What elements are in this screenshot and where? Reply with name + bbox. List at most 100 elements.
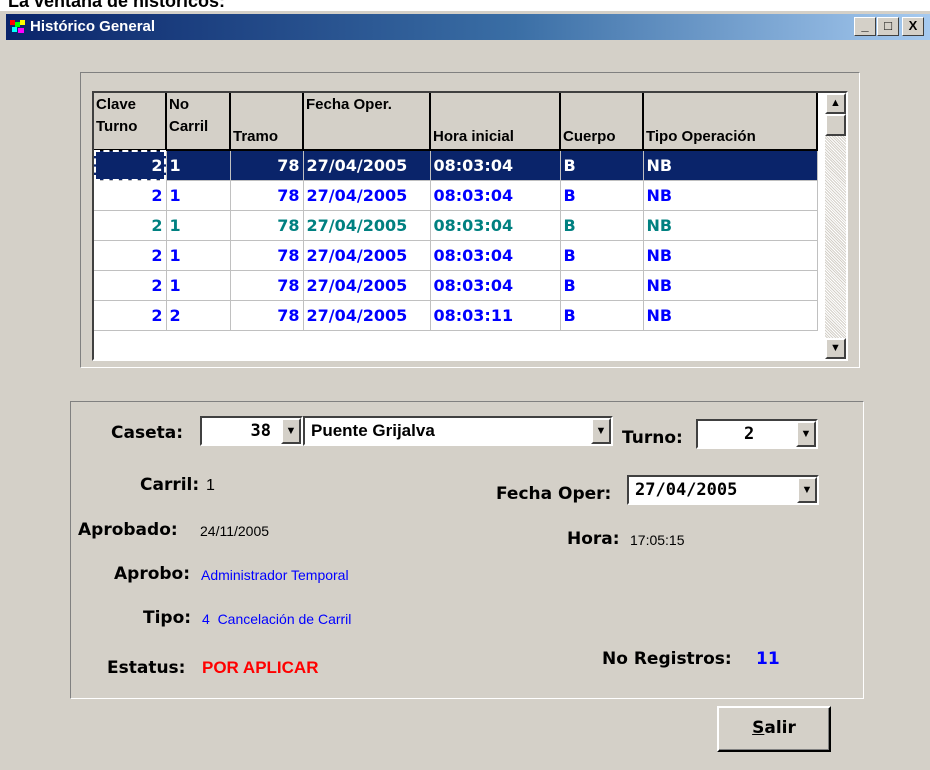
cell-tramo: 78 xyxy=(230,150,304,181)
cell-fecha: 27/04/2005 xyxy=(303,210,431,241)
cell-tramo: 78 xyxy=(230,300,304,331)
cell-tipo: NB xyxy=(643,240,818,271)
historico-window: Histórico General _ □ X Clave Turno No C… xyxy=(0,11,930,770)
cell-clave: 2 xyxy=(94,150,167,181)
window-title: Histórico General xyxy=(30,18,156,35)
col-header-clave-turno[interactable]: Clave Turno xyxy=(94,93,167,151)
chevron-down-icon[interactable]: ▼ xyxy=(797,477,817,503)
caseta-number-select[interactable]: 38 ▼ xyxy=(200,416,303,446)
cell-clave: 2 xyxy=(94,240,167,271)
caseta-name-value: Puente Grijalva xyxy=(311,421,435,440)
cell-clave: 2 xyxy=(94,300,167,331)
close-button[interactable]: X xyxy=(902,17,924,36)
col-header-no-carril[interactable]: No Carril xyxy=(166,93,231,151)
vertical-scrollbar[interactable]: ▲ ▼ xyxy=(825,93,846,359)
cell-fecha: 27/04/2005 xyxy=(303,270,431,301)
cell-tipo: NB xyxy=(643,150,818,181)
cell-carril: 1 xyxy=(166,210,231,241)
maximize-button[interactable]: □ xyxy=(877,17,899,36)
aprobo-value: Administrador Temporal xyxy=(201,567,349,583)
cell-carril: 1 xyxy=(166,150,231,181)
turno-value: 2 xyxy=(744,424,755,444)
cell-cuerpo: B xyxy=(560,240,644,271)
cell-clave: 2 xyxy=(94,270,167,301)
tipo-label: Tipo: xyxy=(143,608,192,628)
data-table: Clave Turno No Carril Tramo Fecha Oper. … xyxy=(94,93,818,331)
aprobo-label: Aprobo: xyxy=(114,564,191,584)
col-header-tipo-operacion[interactable]: Tipo Operación xyxy=(643,93,818,151)
cell-hora: 08:03:04 xyxy=(430,180,561,211)
col-header-fecha-oper[interactable]: Fecha Oper. xyxy=(303,93,431,151)
cell-tramo: 78 xyxy=(230,210,304,241)
no-registros-label: No Registros: xyxy=(602,649,732,669)
table-row[interactable]: 2 1 78 27/04/2005 08:03:04 B NB xyxy=(94,150,818,181)
fecha-oper-select[interactable]: 27/04/2005 ▼ xyxy=(627,475,819,505)
cell-fecha: 27/04/2005 xyxy=(303,240,431,271)
carril-label: Carril: xyxy=(140,475,200,495)
scroll-down-arrow-icon[interactable]: ▼ xyxy=(825,338,846,359)
cell-fecha: 27/04/2005 xyxy=(303,150,431,181)
hora-label: Hora: xyxy=(567,529,620,549)
estatus-label: Estatus: xyxy=(107,658,186,678)
cell-clave: 2 xyxy=(94,210,167,241)
chevron-down-icon[interactable]: ▼ xyxy=(281,418,301,444)
cell-cuerpo: B xyxy=(560,210,644,241)
estatus-value: POR APLICAR xyxy=(202,658,319,677)
aprobado-value: 24/11/2005 xyxy=(200,523,270,539)
title-bar[interactable]: Histórico General _ □ X xyxy=(6,14,930,40)
cell-fecha: 27/04/2005 xyxy=(303,180,431,211)
hora-value: 17:05:15 xyxy=(630,532,685,548)
cell-tipo: NB xyxy=(643,180,818,211)
cell-hora: 08:03:04 xyxy=(430,270,561,301)
fecha-oper-label: Fecha Oper: xyxy=(496,484,612,504)
table-row[interactable]: 2 2 78 27/04/2005 08:03:11 B NB xyxy=(94,300,818,331)
cell-tipo: NB xyxy=(643,210,818,241)
scroll-thumb[interactable] xyxy=(825,114,846,136)
table-row[interactable]: 2 1 78 27/04/2005 08:03:04 B NB xyxy=(94,270,818,301)
carril-value: 1 xyxy=(206,477,215,494)
cell-cuerpo: B xyxy=(560,150,644,181)
cell-hora: 08:03:04 xyxy=(430,210,561,241)
cell-carril: 2 xyxy=(166,300,231,331)
no-registros-value: 11 xyxy=(756,649,780,669)
cell-cuerpo: B xyxy=(560,300,644,331)
cell-carril: 1 xyxy=(166,180,231,211)
table-row[interactable]: 2 1 78 27/04/2005 08:03:04 B NB xyxy=(94,210,818,241)
table-row[interactable]: 2 1 78 27/04/2005 08:03:04 B NB xyxy=(94,240,818,271)
cell-hora: 08:03:11 xyxy=(430,300,561,331)
cell-tipo: NB xyxy=(643,270,818,301)
cell-cuerpo: B xyxy=(560,270,644,301)
col-header-cuerpo[interactable]: Cuerpo xyxy=(560,93,644,151)
col-header-tramo[interactable]: Tramo xyxy=(230,93,304,151)
header-row: Clave Turno No Carril Tramo Fecha Oper. … xyxy=(94,93,818,151)
cell-tramo: 78 xyxy=(230,270,304,301)
cell-carril: 1 xyxy=(166,270,231,301)
cell-hora: 08:03:04 xyxy=(430,150,561,181)
cell-tramo: 78 xyxy=(230,240,304,271)
table-row[interactable]: 2 1 78 27/04/2005 08:03:04 B NB xyxy=(94,180,818,211)
cell-fecha: 27/04/2005 xyxy=(303,300,431,331)
fecha-oper-value: 27/04/2005 xyxy=(635,480,738,500)
minimize-button[interactable]: _ xyxy=(854,17,876,36)
cell-hora: 08:03:04 xyxy=(430,240,561,271)
cell-clave: 2 xyxy=(94,180,167,211)
chevron-down-icon[interactable]: ▼ xyxy=(591,418,611,444)
turno-label: Turno: xyxy=(622,428,683,448)
caseta-label: Caseta: xyxy=(111,423,183,443)
cell-tipo: NB xyxy=(643,300,818,331)
cell-carril: 1 xyxy=(166,240,231,271)
caseta-number-value: 38 xyxy=(250,421,271,441)
salir-label: alir xyxy=(764,718,796,738)
historico-grid[interactable]: Clave Turno No Carril Tramo Fecha Oper. … xyxy=(92,91,848,361)
tipo-value: 4 Cancelación de Carril xyxy=(202,611,352,627)
cell-tramo: 78 xyxy=(230,180,304,211)
col-header-hora-inicial[interactable]: Hora inicial xyxy=(430,93,561,151)
caseta-name-select[interactable]: Puente Grijalva ▼ xyxy=(303,416,613,446)
scroll-up-arrow-icon[interactable]: ▲ xyxy=(825,93,846,114)
cell-cuerpo: B xyxy=(560,180,644,211)
chevron-down-icon[interactable]: ▼ xyxy=(796,421,816,447)
turno-select[interactable]: 2 ▼ xyxy=(696,419,818,449)
salir-button[interactable]: Salir xyxy=(717,706,831,752)
app-icon xyxy=(10,20,25,33)
salir-mnemonic: S xyxy=(752,718,765,738)
